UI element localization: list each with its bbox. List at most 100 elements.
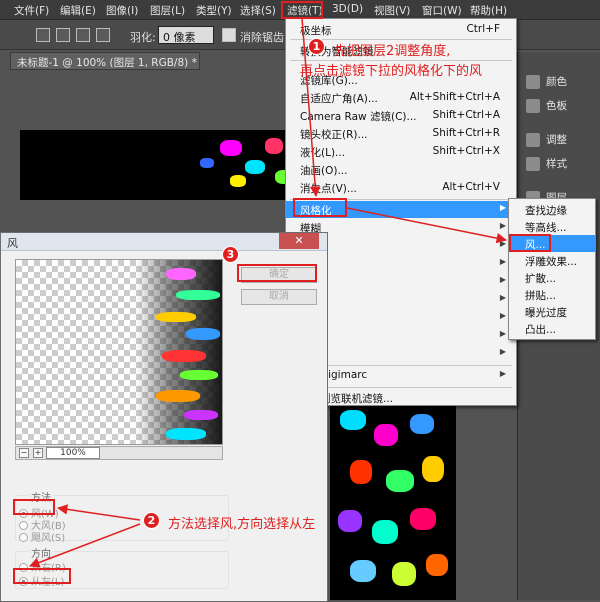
menu-layer[interactable]: 图层(L) <box>150 3 185 18</box>
filter-menu-item[interactable]: 镜头校正(R)... Shift+Ctrl+R <box>286 125 516 142</box>
preview-streak <box>156 390 200 402</box>
canvas-blob <box>410 414 434 434</box>
panel-color[interactable]: 颜色 <box>526 74 567 89</box>
filter-menu-item[interactable]: 油画(O)... <box>286 161 516 178</box>
method-stagger-radio[interactable]: 飓风(S) <box>19 529 65 544</box>
intersect-selection-icon[interactable] <box>96 28 110 42</box>
menu-3d[interactable]: 3D(D) <box>332 3 363 15</box>
zoom-out-button[interactable]: − <box>19 448 29 458</box>
cancel-button[interactable]: 取消 <box>241 289 317 305</box>
submenu-arrow-icon: ▶ <box>499 311 506 320</box>
preview-streak <box>180 370 218 380</box>
submenu-item[interactable]: 查找边缘 <box>509 201 595 218</box>
submenu-item[interactable]: 等高线... <box>509 218 595 235</box>
canvas-blob <box>265 138 283 154</box>
menu-select[interactable]: 选择(S) <box>240 3 276 18</box>
filter-menu-item[interactable]: 极坐标 Ctrl+F <box>286 21 516 38</box>
feather-label: 羽化: <box>130 31 156 44</box>
panel-swatches[interactable]: 色板 <box>526 98 567 113</box>
antialias-label: 消除锯齿 <box>240 31 284 44</box>
preview-streak <box>184 410 218 420</box>
document-canvas[interactable] <box>20 130 300 200</box>
panel-adjustments-label: 调整 <box>546 134 567 146</box>
preview-streak <box>162 350 206 362</box>
canvas-blob <box>230 175 246 187</box>
highlight-filter-menu <box>281 1 323 19</box>
submenu-item[interactable]: 曝光过度 <box>509 303 595 320</box>
document-tab[interactable]: 未标题-1 @ 100% (图层 1, RGB/8) * <box>10 52 200 70</box>
highlight-method-wind <box>13 499 55 515</box>
menu-window[interactable]: 窗口(W) <box>422 3 462 18</box>
highlight-stylize <box>293 198 347 217</box>
feather-input[interactable]: 0 像素 <box>158 26 214 44</box>
preview-streak <box>156 312 196 322</box>
preview-streak <box>186 328 220 340</box>
new-selection-icon[interactable] <box>36 28 50 42</box>
highlight-wind <box>509 234 551 252</box>
menu-edit[interactable]: 编辑(E) <box>60 3 96 18</box>
canvas-blob <box>350 460 372 484</box>
adjustments-panel-icon <box>526 133 540 147</box>
panel-styles[interactable]: 样式 <box>526 156 567 171</box>
canvas-blob <box>338 510 362 532</box>
subtract-selection-icon[interactable] <box>76 28 90 42</box>
submenu-arrow-icon: ▶ <box>499 293 506 302</box>
canvas-blob <box>200 158 214 168</box>
canvas-blob <box>245 160 265 174</box>
panel-swatches-label: 色板 <box>546 100 567 112</box>
styles-panel-icon <box>526 157 540 171</box>
canvas-blob <box>410 508 436 530</box>
preview-streak <box>166 268 196 280</box>
zoom-in-button[interactable]: + <box>33 448 43 458</box>
submenu-item[interactable]: 浮雕效果... <box>509 252 595 269</box>
submenu-item[interactable]: 扩散... <box>509 269 595 286</box>
filter-preview[interactable] <box>15 259 223 445</box>
zoom-value[interactable]: 100% <box>46 447 100 459</box>
highlight-direction-left <box>13 568 71 584</box>
canvas-blob <box>386 470 414 492</box>
zoom-bar: − + 100% <box>15 446 223 460</box>
step-2-marker: 2 <box>143 512 160 529</box>
canvas-blob <box>374 424 398 446</box>
wind-dialog: 风 ✕ − + 100% 确定 取消 方法 风(W) 大风(B) 飓风(S) 方… <box>0 232 328 602</box>
panel-adjustments[interactable]: 调整 <box>526 132 567 147</box>
submenu-arrow-icon: ▶ <box>499 257 506 266</box>
menu-help[interactable]: 帮助(H) <box>470 3 507 18</box>
menu-image[interactable]: 图像(I) <box>106 3 138 18</box>
color-panel-icon <box>526 75 540 89</box>
submenu-arrow-icon: ▶ <box>499 275 506 284</box>
antialias-checkbox[interactable] <box>222 28 236 42</box>
canvas-blob <box>220 140 242 156</box>
panel-styles-label: 样式 <box>546 158 567 170</box>
swatches-panel-icon <box>526 99 540 113</box>
submenu-item[interactable]: 拼贴... <box>509 286 595 303</box>
submenu-arrow-icon: ▶ <box>499 221 506 230</box>
canvas-blob <box>422 456 444 482</box>
step-2-text: 方法选择风,方向选择从左 <box>168 517 316 532</box>
dialog-titlebar[interactable]: 风 ✕ <box>1 233 327 251</box>
filter-menu-item[interactable]: 液化(L)... Shift+Ctrl+X <box>286 143 516 160</box>
step-1-text-line-2: 再点击滤镜下拉的风格化下的风 <box>300 64 483 79</box>
menu-file[interactable]: 文件(F) <box>14 3 49 18</box>
submenu-arrow-icon: ▶ <box>499 369 506 378</box>
filter-menu-item[interactable]: Camera Raw 滤镜(C)... Shift+Ctrl+A <box>286 107 516 124</box>
step-1-marker: 1 <box>308 38 325 55</box>
document-canvas-lower[interactable] <box>330 400 456 600</box>
panel-color-label: 颜色 <box>546 76 567 88</box>
stylize-submenu: 查找边缘 等高线... 风... 浮雕效果... 扩散... 拼贴... 曝光过… <box>508 198 596 340</box>
preview-streak <box>176 290 220 300</box>
submenu-arrow-icon: ▶ <box>499 347 506 356</box>
close-icon[interactable]: ✕ <box>279 233 319 249</box>
step-3-marker: 3 <box>222 246 239 263</box>
add-selection-icon[interactable] <box>56 28 70 42</box>
canvas-blob <box>426 554 448 576</box>
filter-menu-item[interactable]: 自适应广角(A)... Alt+Shift+Ctrl+A <box>286 89 516 106</box>
submenu-arrow-icon: ▶ <box>499 239 506 248</box>
submenu-item[interactable]: 凸出... <box>509 320 595 337</box>
menu-view[interactable]: 视图(V) <box>374 3 410 18</box>
submenu-arrow-icon: ▶ <box>499 329 506 338</box>
canvas-blob <box>392 562 416 586</box>
dialog-title: 风 <box>7 237 18 250</box>
filter-menu-item[interactable]: 消失点(V)... Alt+Ctrl+V <box>286 179 516 196</box>
menu-type[interactable]: 类型(Y) <box>196 3 232 18</box>
